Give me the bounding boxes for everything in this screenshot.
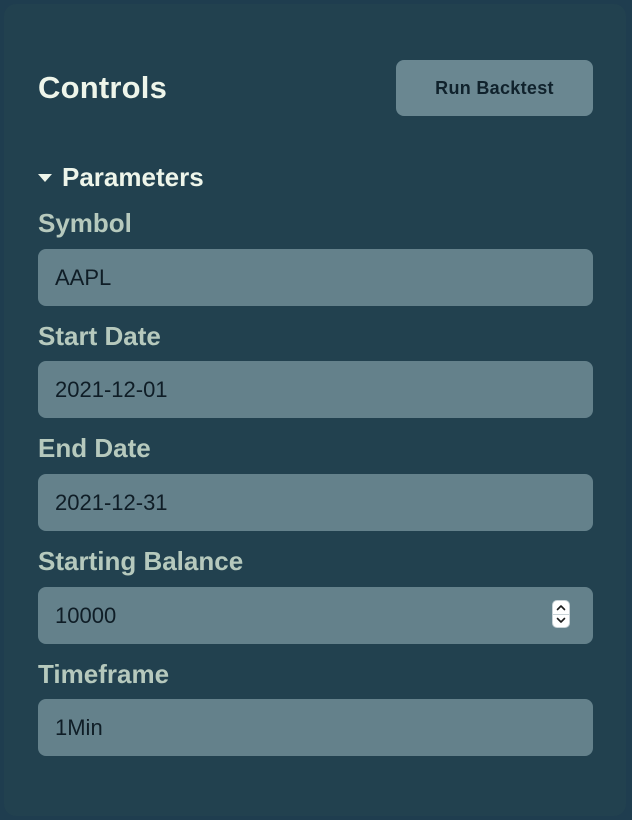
chevron-up-icon [556, 604, 566, 611]
timeframe-label: Timeframe [38, 659, 170, 689]
end-date-input[interactable] [38, 474, 593, 531]
symbol-input[interactable] [38, 249, 593, 306]
starting-balance-label: Starting Balance [38, 546, 244, 576]
timeframe-input[interactable] [38, 699, 593, 756]
chevron-down-icon [556, 617, 566, 624]
starting-balance-stepper[interactable] [552, 600, 570, 628]
stepper-increment-button[interactable] [553, 601, 569, 614]
starting-balance-input[interactable] [38, 587, 593, 644]
stepper-decrement-button[interactable] [553, 615, 569, 628]
parameters-section-label: Parameters [62, 161, 204, 192]
start-date-input[interactable] [38, 361, 593, 418]
controls-panel: Controls Run Backtest Parameters Symbol … [4, 4, 626, 816]
panel-title: Controls [38, 70, 168, 105]
end-date-label: End Date [38, 433, 151, 463]
symbol-label: Symbol [38, 208, 132, 238]
parameters-section-toggle[interactable]: Parameters [38, 161, 204, 193]
start-date-label: Start Date [38, 321, 161, 351]
run-backtest-button[interactable]: Run Backtest [396, 60, 593, 116]
caret-down-icon [38, 174, 52, 182]
